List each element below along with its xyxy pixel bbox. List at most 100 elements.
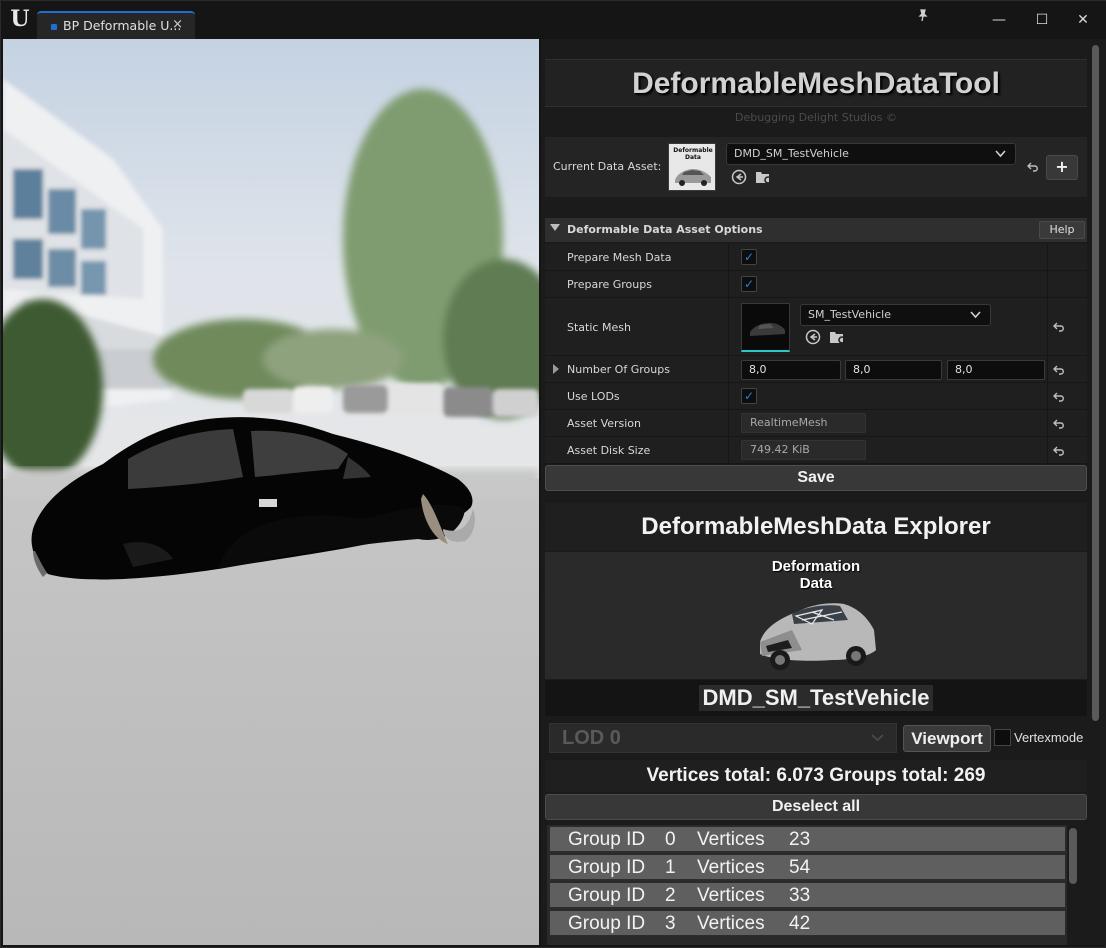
lod-value: LOD 0 (562, 727, 621, 749)
vertices-label: Vertices (697, 829, 765, 850)
use-lods-checkbox[interactable]: ✓ (741, 388, 757, 404)
static-mesh-row: Static Mesh SM_TestVehicle (545, 298, 1087, 356)
explorer-asset-name: DMD_SM_TestVehicle (699, 685, 933, 711)
save-button[interactable]: Save (545, 465, 1087, 491)
vertices-count: 33 (789, 885, 811, 906)
browse-arrow-icon[interactable] (804, 329, 822, 347)
reset-arrow-icon[interactable] (1026, 160, 1040, 174)
find-in-browser-icon[interactable] (829, 329, 847, 347)
current-asset-value: DMD_SM_TestVehicle (734, 147, 849, 160)
group-row-0[interactable]: Group ID 0 Vertices 23 (550, 827, 1065, 853)
group-id-value: 3 (665, 913, 676, 934)
minimize-button[interactable]: — (988, 9, 1010, 31)
add-data-asset-button[interactable]: + (1046, 155, 1078, 180)
asset-disk-size-label: Asset Disk Size (567, 444, 651, 457)
group-id-value: 2 (665, 885, 676, 906)
group-id-label: Group ID (568, 829, 646, 850)
prepare-groups-row: Prepare Groups ✓ (545, 271, 1087, 298)
tool-title: DeformableMeshDataTool (632, 67, 1000, 100)
prepare-mesh-data-row: Prepare Mesh Data ✓ (545, 244, 1087, 271)
asset-version-label: Asset Version (567, 417, 642, 430)
vertices-count: 42 (789, 913, 811, 934)
current-asset-label: Current Data Asset: (553, 160, 662, 173)
number-of-groups-row: Number Of Groups 8,0 8,0 8,0 (545, 356, 1087, 383)
browse-arrow-icon[interactable] (730, 169, 748, 187)
options-section-title: Deformable Data Asset Options (567, 223, 763, 236)
group-id-label: Group ID (568, 857, 646, 878)
asset-thumb-title: Deformable Data (673, 147, 713, 161)
number-of-groups-label: Number Of Groups (567, 363, 670, 376)
explorer-title: DeformableMeshData Explorer (545, 503, 1087, 551)
group-row-2[interactable]: Group ID 2 Vertices 33 (550, 883, 1065, 909)
static-mesh-thumbnail[interactable] (741, 303, 790, 352)
reset-arrow-icon[interactable] (1052, 320, 1066, 334)
group-id-value: 0 (665, 829, 676, 850)
deselect-all-button[interactable]: Deselect all (545, 794, 1087, 820)
asset-disk-size-value: 749.42 KiB (741, 440, 866, 460)
tab-title: BP Deformable U... (63, 18, 182, 33)
chevron-down-icon (871, 724, 884, 762)
group-id-label: Group ID (568, 913, 646, 934)
asset-version-value: RealtimeMesh (741, 413, 866, 433)
chevron-down-icon (995, 144, 1006, 171)
static-mesh-value: SM_TestVehicle (808, 308, 891, 321)
vertexmode-checkbox[interactable] (994, 729, 1011, 746)
group-id-value: 1 (665, 857, 676, 878)
groups-x-input[interactable]: 8,0 (741, 360, 841, 380)
preview-viewport[interactable] (3, 39, 539, 945)
use-lods-label: Use LODs (567, 390, 620, 403)
chevron-down-icon (970, 305, 981, 332)
title-bar: U BP Deformable U... × — ☐ ✕ (1, 1, 1106, 39)
expand-triangle-icon[interactable] (553, 364, 559, 374)
editor-window: U BP Deformable U... × — ☐ ✕ DeformableM… (0, 0, 1106, 948)
reset-arrow-icon[interactable] (1052, 390, 1066, 404)
static-mesh-combo[interactable]: SM_TestVehicle (800, 304, 991, 326)
vertexmode-label: Vertexmode (1014, 730, 1084, 745)
collapse-triangle-icon[interactable] (550, 224, 560, 231)
lod-combo[interactable]: LOD 0 (549, 723, 897, 753)
static-mesh-label: Static Mesh (567, 321, 631, 334)
use-lods-row: Use LODs ✓ (545, 383, 1087, 410)
group-id-label: Group ID (568, 885, 646, 906)
blueprint-tab-icon (51, 24, 57, 30)
asset-disk-size-row: Asset Disk Size 749.42 KiB (545, 437, 1087, 464)
reset-arrow-icon[interactable] (1052, 417, 1066, 431)
tab-bp-deformable[interactable]: BP Deformable U... × (37, 11, 195, 39)
asset-version-row: Asset Version RealtimeMesh (545, 410, 1087, 437)
vertices-count: 54 (789, 857, 811, 878)
panel-scrollbar-thumb[interactable] (1092, 45, 1099, 721)
vertices-label: Vertices (697, 857, 765, 878)
explorer-asset-image: Deformation Data (545, 552, 1087, 679)
close-button[interactable]: ✕ (1072, 9, 1094, 31)
current-asset-combo[interactable]: DMD_SM_TestVehicle (726, 143, 1016, 165)
unreal-logo-icon: U (7, 6, 33, 32)
pin-icon[interactable] (916, 9, 932, 25)
viewport-button[interactable]: Viewport (903, 725, 991, 752)
tab-close-icon[interactable]: × (172, 17, 183, 32)
prepare-mesh-data-label: Prepare Mesh Data (567, 251, 672, 264)
deformed-car-icon (760, 603, 876, 670)
prepare-groups-label: Prepare Groups (567, 278, 652, 291)
reset-arrow-icon[interactable] (1052, 363, 1066, 377)
group-row-3[interactable]: Group ID 3 Vertices 42 (550, 911, 1065, 937)
totals-text: Vertices total: 6.073 Groups total: 269 (545, 760, 1087, 792)
reset-arrow-icon[interactable] (1052, 444, 1066, 458)
group-list: Group ID 0 Vertices 23 Group ID 1 Vertic… (547, 825, 1067, 945)
vertices-label: Vertices (697, 913, 765, 934)
options-section-header[interactable]: Deformable Data Asset Options Help (545, 218, 1087, 242)
vertices-label: Vertices (697, 885, 765, 906)
vertices-count: 23 (789, 829, 811, 850)
data-asset-thumbnail[interactable]: Deformable Data (668, 143, 716, 191)
tool-header: DeformableMeshDataTool (545, 59, 1087, 107)
maximize-button[interactable]: ☐ (1031, 9, 1053, 31)
explorer-asset-name-bar: DMD_SM_TestVehicle (545, 680, 1087, 716)
prepare-groups-checkbox[interactable]: ✓ (741, 276, 757, 292)
group-list-scrollbar[interactable] (1069, 828, 1077, 884)
group-row-1[interactable]: Group ID 1 Vertices 54 (550, 855, 1065, 881)
groups-y-input[interactable]: 8,0 (845, 360, 942, 380)
find-in-browser-icon[interactable] (755, 169, 773, 187)
prepare-mesh-data-checkbox[interactable]: ✓ (741, 249, 757, 265)
groups-z-input[interactable]: 8,0 (947, 360, 1045, 380)
tool-subtitle: Debugging Delight Studios © (734, 111, 898, 124)
help-button[interactable]: Help (1039, 221, 1085, 239)
